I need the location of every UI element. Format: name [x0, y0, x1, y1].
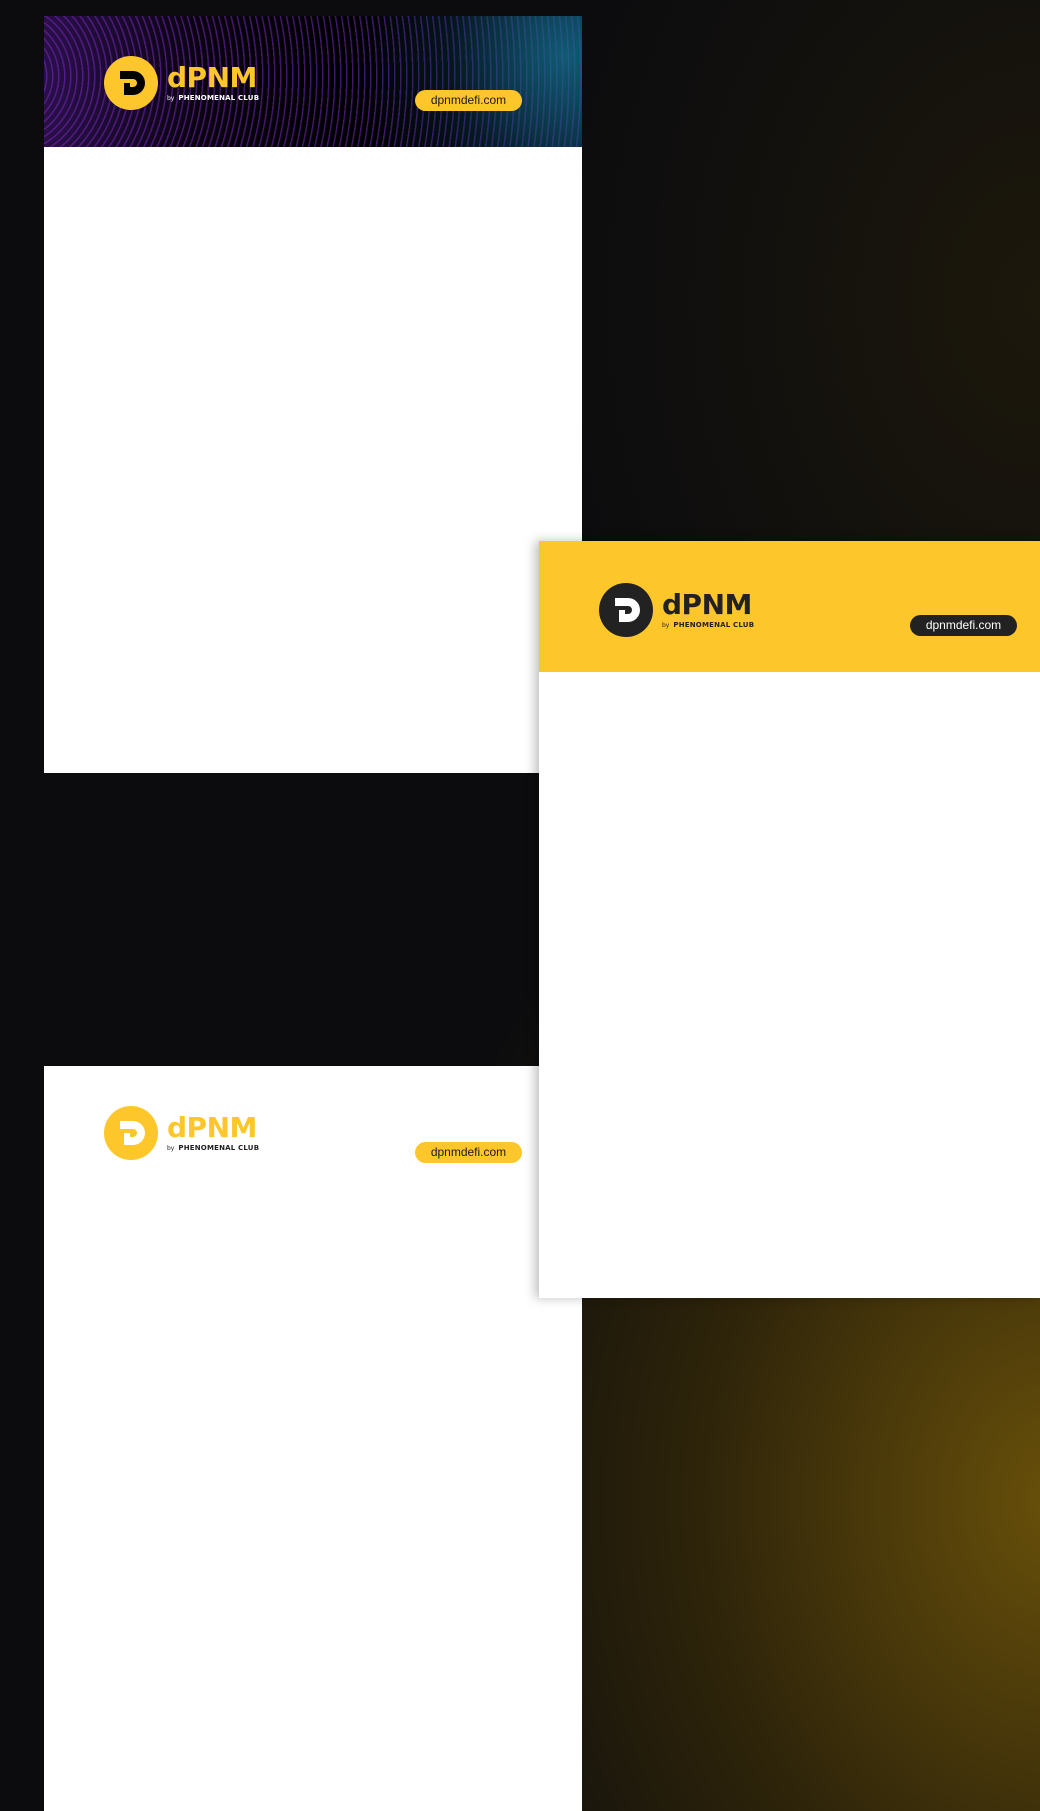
- brand-name: dPNM: [167, 1110, 257, 1144]
- banner-card-yellow: dPNM by PHENOMENAL CLUB dpnmdefi.com: [539, 541, 1040, 1298]
- banner-body: [539, 672, 1040, 1298]
- banner-header-yellow: dPNM by PHENOMENAL CLUB dpnmdefi.com: [539, 541, 1040, 672]
- website-link[interactable]: dpnmdefi.com: [415, 1142, 522, 1163]
- banner-header-white: dPNM by PHENOMENAL CLUB dpnmdefi.com: [44, 1066, 582, 1197]
- banner-body: [44, 147, 582, 773]
- brand-tagline: by PHENOMENAL CLUB: [167, 93, 260, 102]
- brand-tagline: by PHENOMENAL CLUB: [167, 1143, 260, 1152]
- dpnm-logo-icon: [599, 583, 653, 637]
- brand-tagline: by PHENOMENAL CLUB: [662, 620, 755, 629]
- website-link[interactable]: dpnmdefi.com: [910, 615, 1017, 636]
- banner-body: [44, 1197, 582, 1811]
- brand-name: dPNM: [662, 587, 752, 621]
- dpnm-logo-icon: [104, 56, 158, 110]
- dpnm-logo: dPNM by PHENOMENAL CLUB: [599, 583, 754, 637]
- dpnm-logo: dPNM by PHENOMENAL CLUB: [104, 56, 259, 110]
- brand-name: dPNM: [167, 60, 257, 94]
- dpnm-logo: dPNM by PHENOMENAL CLUB: [104, 1106, 259, 1160]
- website-link[interactable]: dpnmdefi.com: [415, 90, 522, 111]
- banner-card-dark: dPNM by PHENOMENAL CLUB dpnmdefi.com: [44, 16, 582, 773]
- banner-header-dark: dPNM by PHENOMENAL CLUB dpnmdefi.com: [44, 16, 582, 147]
- dpnm-logo-icon: [104, 1106, 158, 1160]
- banner-card-white: dPNM by PHENOMENAL CLUB dpnmdefi.com: [44, 1066, 582, 1811]
